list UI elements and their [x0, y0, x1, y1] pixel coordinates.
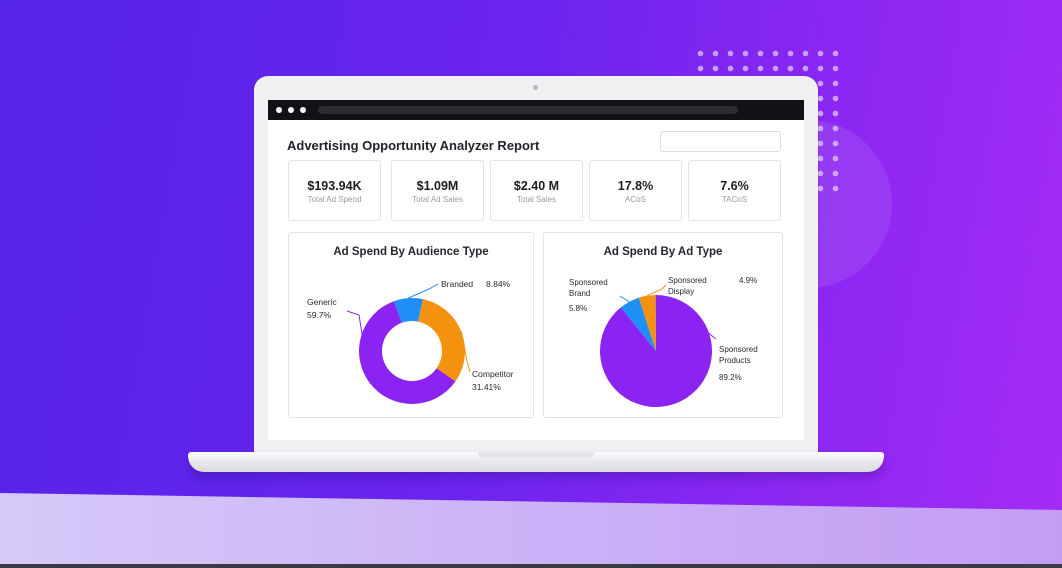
window-dot-icon[interactable]	[288, 107, 294, 113]
competitor-slice-value: 31.41%	[472, 382, 501, 392]
sponsored-brand-label-text: Sponsored	[569, 278, 608, 287]
page-title: Advertising Opportunity Analyzer Report	[287, 138, 540, 153]
ad-type-chart-panel: Ad Spend By Ad Type Sponsored Brand 5.8%…	[543, 232, 783, 418]
window-dot-icon[interactable]	[300, 107, 306, 113]
kpi-value: $2.40 M	[513, 179, 560, 193]
address-bar[interactable]	[318, 106, 738, 114]
sponsored-display-label: Sponsored Display	[668, 276, 709, 296]
sponsored-products-value: 89.2%	[719, 373, 742, 382]
sponsored-brand-value: 5.8%	[569, 304, 587, 313]
bottom-edge-bar	[0, 564, 1062, 568]
audience-donut-chart: Generic 59.7% Branded 8.84% Competitor 3…	[307, 279, 514, 404]
sponsored-brand-label: Sponsored Brand	[569, 278, 610, 298]
sponsored-display-label-text: Sponsored	[668, 276, 707, 285]
kpi-label: Total Ad Spend	[307, 195, 362, 204]
report-filter-input[interactable]	[660, 131, 781, 152]
audience-type-chart-panel: Ad Spend By Audience Type Generic 59.7% …	[288, 232, 534, 418]
browser-toolbar	[268, 100, 804, 120]
label-second-line: Display	[668, 287, 694, 296]
kpi-card-total-ad-spend: $193.94K Total Ad Spend	[288, 160, 381, 221]
laptop-hinge-notch	[478, 452, 594, 458]
sponsored-display-value: 4.9%	[739, 276, 757, 285]
label-second-line: Brand	[569, 289, 590, 298]
generic-slice-value: 59.7%	[307, 310, 332, 320]
ad-type-pie-chart: Sponsored Brand 5.8% Sponsored Display 4…	[569, 276, 760, 407]
kpi-value: 7.6%	[720, 179, 749, 193]
competitor-slice-label: Competitor	[472, 369, 514, 379]
sponsored-brand-leader-line	[619, 295, 630, 303]
branded-leader-line	[408, 283, 439, 299]
kpi-label: Total Ad Sales	[412, 195, 463, 204]
branded-slice-label: Branded	[441, 279, 473, 289]
donut-slice-competitor[interactable]	[418, 299, 465, 382]
kpi-card-acos: 17.8% ACoS	[589, 160, 682, 221]
branded-slice-value: 8.84%	[486, 279, 511, 289]
window-dot-icon[interactable]	[276, 107, 282, 113]
kpi-label: ACoS	[625, 195, 646, 204]
laptop-lid: Advertising Opportunity Analyzer Report …	[254, 76, 818, 456]
kpi-label: TACoS	[721, 195, 748, 204]
sponsored-products-label-text: Sponsored	[719, 345, 758, 354]
kpi-card-total-sales: $2.40 M Total Sales	[490, 160, 583, 221]
webcam-icon	[533, 85, 538, 90]
laptop-base	[188, 452, 884, 472]
kpi-label: Total Sales	[516, 195, 557, 204]
label-second-line: Products	[719, 356, 751, 365]
kpi-card-total-ad-sales: $1.09M Total Ad Sales	[391, 160, 484, 221]
sponsored-products-label: Sponsored Products	[719, 345, 760, 365]
kpi-value: 17.8%	[617, 179, 654, 193]
kpi-card-tacos: 7.6% TACoS	[688, 160, 781, 221]
generic-slice-label: Generic	[307, 297, 338, 307]
kpi-value: $193.94K	[307, 179, 362, 193]
sponsored-display-leader-line	[646, 284, 667, 297]
laptop-screen: Advertising Opportunity Analyzer Report …	[268, 100, 804, 440]
kpi-value: $1.09M	[416, 179, 459, 193]
